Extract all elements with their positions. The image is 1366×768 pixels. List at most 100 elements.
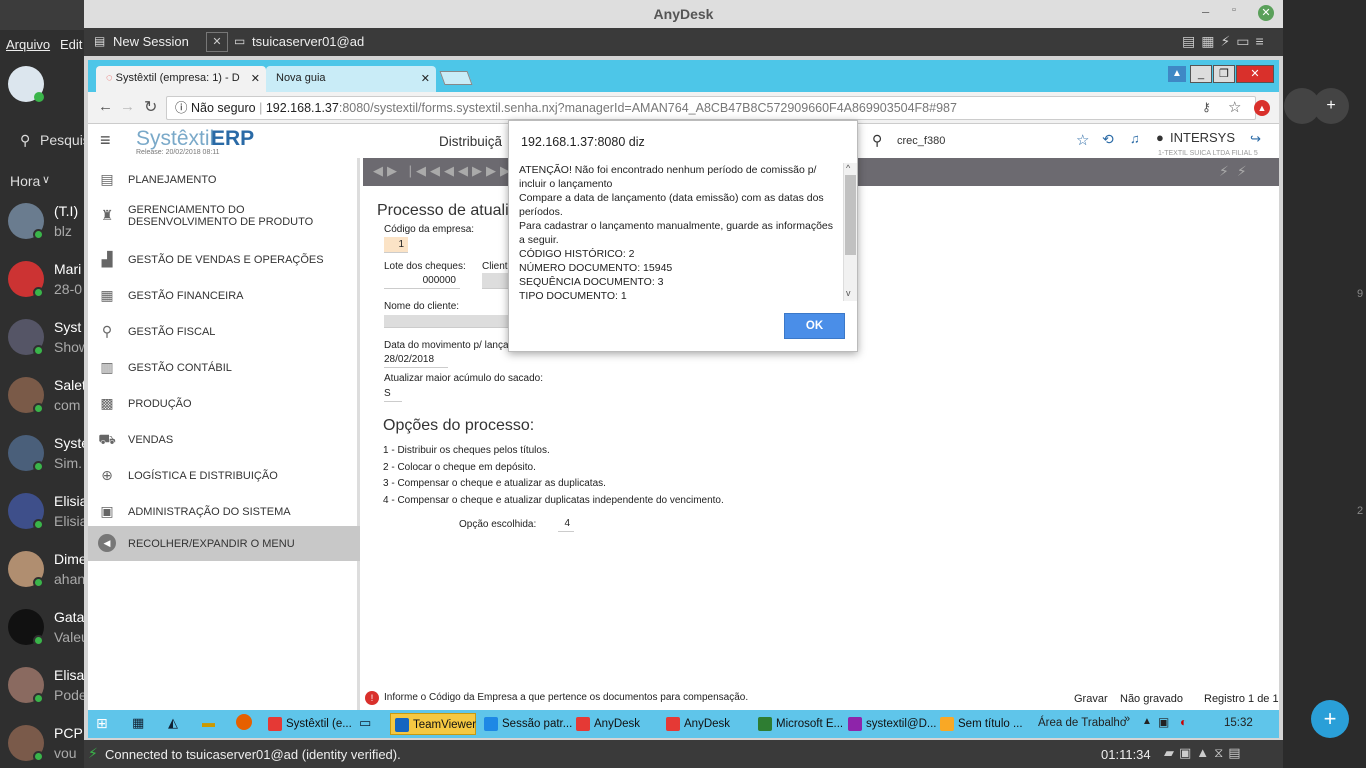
data-movimento-input[interactable]: 28/02/2018 xyxy=(384,352,448,368)
empresa-input[interactable]: 1 xyxy=(384,237,408,253)
user-name[interactable]: INTERSYS xyxy=(1170,130,1235,145)
scroll-up-icon[interactable]: ^ xyxy=(846,163,850,173)
minimize-icon[interactable]: – xyxy=(1202,4,1209,19)
bell-icon[interactable]: ♫ xyxy=(1130,131,1140,146)
tray-up-icon[interactable]: ▲ xyxy=(1142,716,1152,727)
chart-icon[interactable]: ◭ xyxy=(168,715,178,731)
chevron-right-icon[interactable]: » xyxy=(1124,713,1130,725)
window-list-icon[interactable]: ▭ xyxy=(359,715,371,731)
menu-edit[interactable]: Edit xyxy=(60,37,82,52)
remote-session-tab[interactable]: tsuicaserver01@ad xyxy=(252,34,364,49)
search-icon[interactable]: ⚲ xyxy=(872,132,882,149)
chat-list-item[interactable]: Elisia Elisia xyxy=(0,485,87,543)
globe-icon: ⊕ xyxy=(101,467,113,483)
dialog-scrollbar[interactable]: ^ v xyxy=(843,163,857,301)
lote-input[interactable]: 000000 xyxy=(384,273,460,289)
star-icon[interactable]: ☆ xyxy=(1228,98,1241,116)
close-tab-icon[interactable]: ✕ xyxy=(206,32,228,52)
add-contact-icon[interactable]: + xyxy=(1313,88,1349,124)
tab-title: Nova guia xyxy=(276,72,326,84)
taskbar-item[interactable]: AnyDesk xyxy=(572,713,658,735)
menu-item[interactable]: ♜ GERENCIAMENTO DO DESENVOLVIMENTO DE PRO… xyxy=(88,198,360,234)
hamburger-icon[interactable]: ≡ xyxy=(100,130,111,151)
chat-list-item[interactable]: Mari 28-0 xyxy=(0,253,86,311)
taskbar-item[interactable]: Microsoft E... xyxy=(754,713,843,735)
back-icon[interactable]: ← xyxy=(98,98,113,115)
profile-icon[interactable]: ▲ xyxy=(1168,66,1186,82)
scroll-down-icon[interactable]: v xyxy=(846,288,851,298)
forward-icon[interactable]: → xyxy=(120,98,135,115)
chat-list-item[interactable]: (T.I) blz xyxy=(0,195,86,253)
close-icon[interactable]: ✕ xyxy=(1236,65,1274,83)
restore-icon[interactable]: ❐ xyxy=(1213,65,1235,83)
logout-icon[interactable]: ↪ xyxy=(1250,131,1261,147)
firefox-icon[interactable] xyxy=(236,714,252,730)
ok-button[interactable]: OK xyxy=(784,313,845,339)
menu-item[interactable]: ◀ RECOLHER/EXPANDIR O MENU xyxy=(88,526,360,561)
acumulo-input[interactable]: S xyxy=(384,386,402,402)
reload-icon[interactable]: ↻ xyxy=(144,97,157,117)
dialog-line: CÓDIGO HISTÓRICO: 2 xyxy=(519,248,635,260)
record-nav-icons[interactable]: ◀▶ |◀◀◀◀▶▶▶ xyxy=(373,163,514,179)
taskbar-item[interactable]: Systêxtil (e... xyxy=(264,713,352,735)
menu-item[interactable]: ▣ ADMINISTRAÇÃO DO SISTEMA xyxy=(88,494,360,530)
menu-item[interactable]: ▟ GESTÃO DE VENDAS E OPERAÇÕES xyxy=(88,242,360,278)
start-icon[interactable]: ⊞ xyxy=(96,715,108,732)
menu-item[interactable]: ▥ GESTÃO CONTÁBIL xyxy=(88,350,360,386)
chat-list-item[interactable]: Syste Sim. xyxy=(0,427,89,485)
menu-arquivo[interactable]: Arquivo xyxy=(6,37,50,52)
close-tab-icon[interactable]: ✕ xyxy=(421,72,430,85)
close-tab-icon[interactable]: ✕ xyxy=(251,72,260,85)
program-search-input[interactable]: crec_f380 xyxy=(897,135,945,147)
taskbar-item[interactable]: AnyDesk xyxy=(662,713,748,735)
folder-icon[interactable]: ▬ xyxy=(202,715,215,730)
menu-item-label: PRODUÇÃO xyxy=(128,398,192,410)
opcao-input[interactable]: 4 xyxy=(558,516,574,532)
shirt-icon: ♜ xyxy=(100,207,114,223)
star-icon[interactable]: ☆ xyxy=(1076,131,1089,149)
menu-item[interactable]: ⚲ GESTÃO FISCAL xyxy=(88,314,360,350)
menu-item[interactable]: ⊕ LOGÍSTICA E DISTRIBUIÇÃO xyxy=(88,458,360,494)
browser-tab-active[interactable]: ◌ Systêxtil (empresa: 1) - D ✕ xyxy=(96,66,266,92)
search-icon[interactable]: ⚲ xyxy=(20,132,30,149)
desktop-label[interactable]: Área de Trabalho xyxy=(1038,717,1126,729)
taskbar-item[interactable]: TeamViewer xyxy=(390,713,476,735)
network-icon[interactable]: ▣ xyxy=(1158,715,1169,729)
status-icons[interactable]: ▰▣▲⧖▤ xyxy=(1164,745,1246,761)
taskbar-item[interactable]: systextil@D... xyxy=(844,713,936,735)
maximize-icon[interactable]: ▫ xyxy=(1232,4,1236,16)
history-icon[interactable]: ⟲ xyxy=(1102,131,1114,148)
opcoes-title: Opções do processo: xyxy=(383,417,535,434)
url-host: 192.168.1.37 xyxy=(265,101,339,115)
menu-item[interactable]: ⛟ VENDAS xyxy=(88,422,360,458)
menu-item[interactable]: ▩ PRODUÇÃO xyxy=(88,386,360,422)
chat-list-item[interactable]: Dime ahan xyxy=(0,543,87,601)
chat-list-item[interactable]: Elisa Pode xyxy=(0,659,87,717)
chat-list-item[interactable]: Gata Valeu xyxy=(0,601,89,659)
session-toolbar-icons[interactable]: ▤▦⚡▭≡ xyxy=(1182,33,1270,50)
volume-icon[interactable]: ◐ xyxy=(1180,715,1187,729)
new-session-tab[interactable]: New Session xyxy=(113,34,189,49)
minimize-icon[interactable]: _ xyxy=(1190,65,1212,83)
close-icon[interactable]: ✕ xyxy=(1258,5,1274,21)
taskbar-item[interactable]: Sem título ... xyxy=(936,713,1026,735)
app-icon xyxy=(848,717,862,731)
menu-item[interactable]: ▤ PLANEJAMENTO xyxy=(88,162,360,198)
taskbar-item[interactable]: Sessão patr... xyxy=(480,713,572,735)
chat-list-item[interactable]: Syst Show xyxy=(0,311,89,369)
menu-item[interactable]: ▦ GESTÃO FINANCEIRA xyxy=(88,278,360,314)
browser-tab-new[interactable]: Nova guia ✕ xyxy=(266,66,436,92)
new-chat-button[interactable]: + xyxy=(1311,700,1349,738)
key-icon[interactable]: ⚷ xyxy=(1202,100,1211,114)
url-input[interactable]: ⓘ Não seguro | 192.168.1.37:8080/systext… xyxy=(166,96,1256,120)
extension-icon[interactable]: ▲ xyxy=(1254,100,1270,116)
calculator-icon[interactable]: ▦ xyxy=(132,715,144,731)
filter-dropdown[interactable]: Hora xyxy=(10,173,40,189)
scroll-thumb[interactable] xyxy=(845,175,856,255)
new-tab-button[interactable] xyxy=(439,71,473,85)
action-icons[interactable]: ⚡⚡ xyxy=(1219,163,1255,180)
chat-search-input[interactable]: Pesquis xyxy=(40,132,90,148)
menu-item-label: VENDAS xyxy=(128,434,174,446)
chat-list-item[interactable]: Salet com xyxy=(0,369,86,427)
chat-list-item[interactable]: PCP vou xyxy=(0,717,86,768)
